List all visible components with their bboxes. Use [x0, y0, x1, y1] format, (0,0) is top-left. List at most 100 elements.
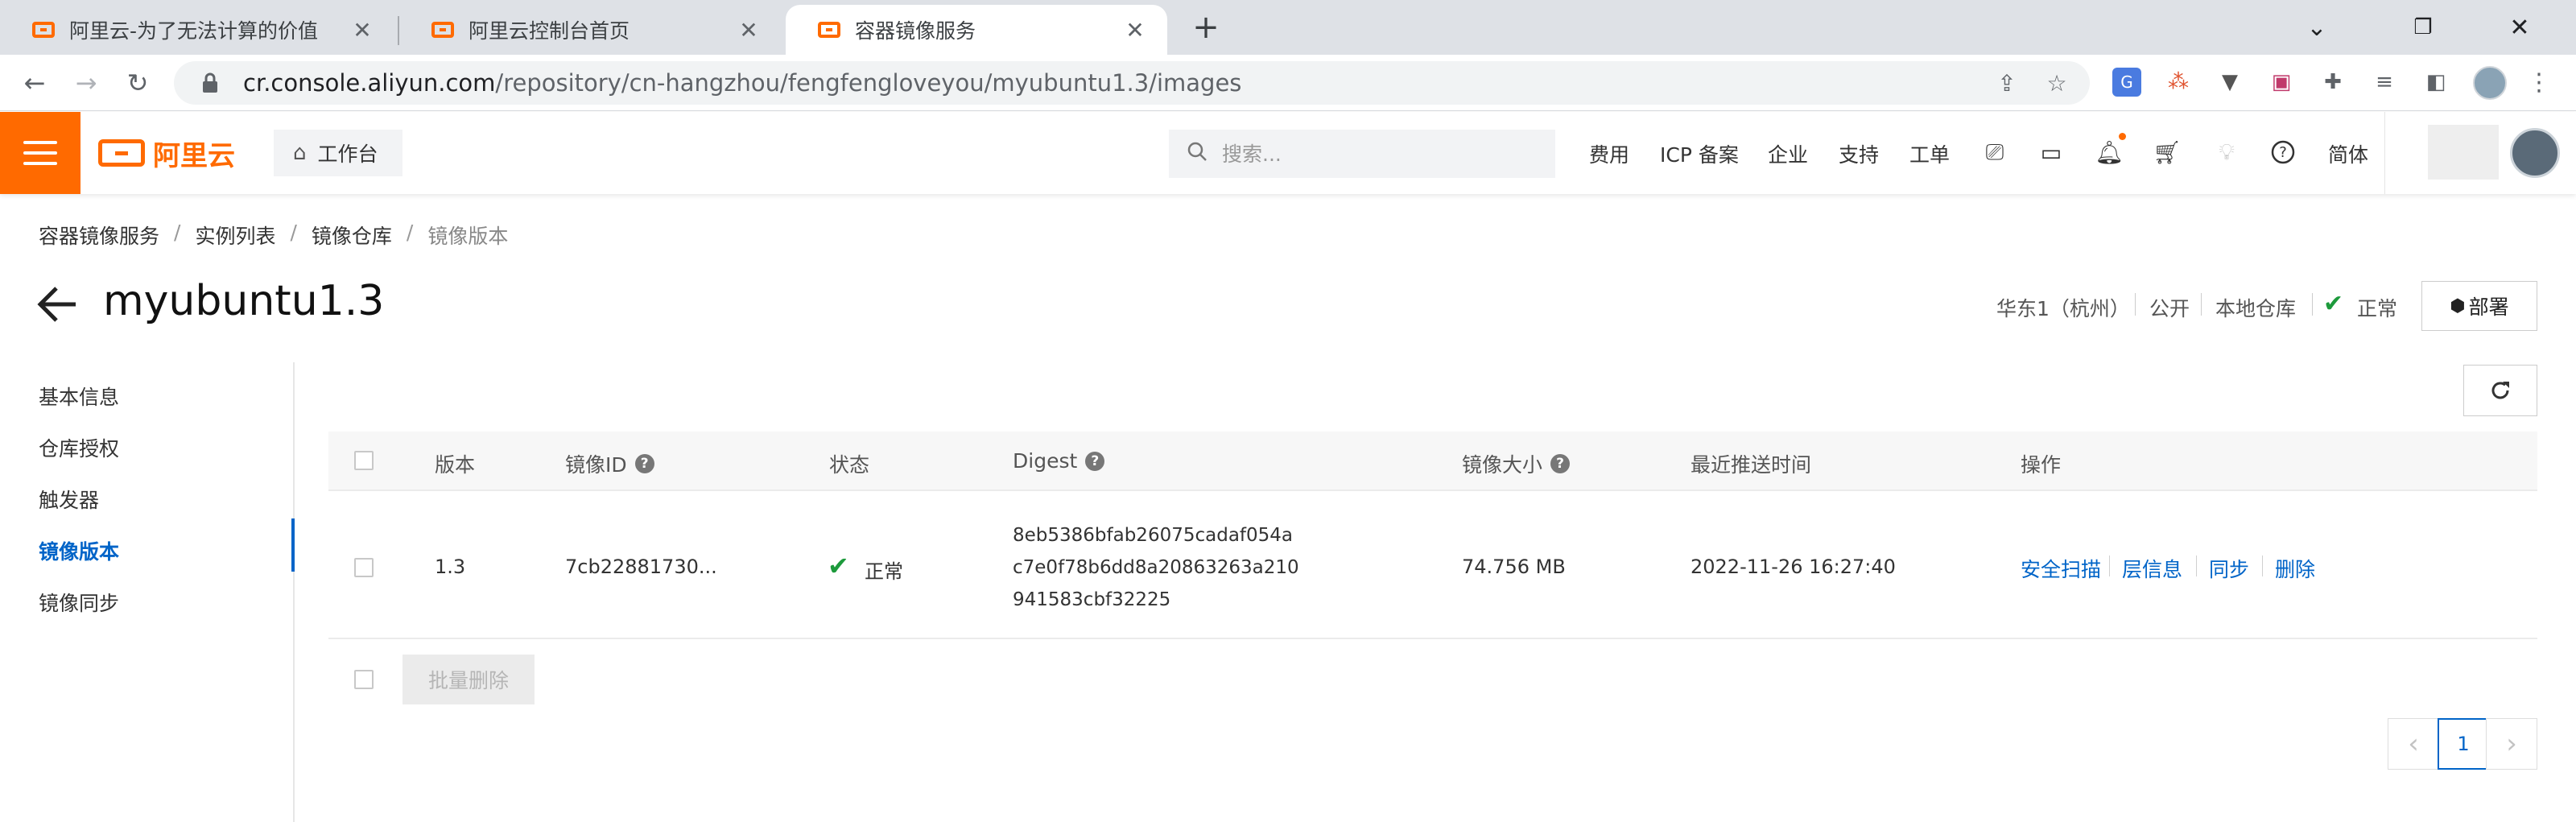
browser-tab-strip: 阿里云-为了无法计算的价值 ✕ 阿里云控制台首页 ✕ 容器镜像服务 ✕ + ⌄ …: [0, 0, 2576, 55]
main-menu-button[interactable]: [0, 112, 80, 194]
close-tab-icon[interactable]: ✕: [736, 17, 762, 43]
header-divider-line: [328, 489, 2537, 491]
console-search[interactable]: [1169, 130, 1555, 178]
close-tab-icon[interactable]: ✕: [1122, 17, 1148, 43]
side-panel-icon[interactable]: ◧: [2421, 68, 2450, 97]
restore-window-icon[interactable]: ❐: [2399, 6, 2447, 48]
vue-extension-icon[interactable]: ▼: [2215, 68, 2244, 97]
aliyun-logo[interactable]: 阿里云: [98, 136, 235, 172]
sidebar-item-image-sync[interactable]: 镜像同步: [39, 588, 119, 617]
select-all-checkbox[interactable]: [354, 451, 374, 470]
translate-extension-icon[interactable]: G: [2112, 68, 2141, 97]
breadcrumb-container-registry[interactable]: 容器镜像服务: [39, 221, 159, 250]
column-header-push-time: 最近推送时间: [1690, 453, 1812, 477]
layer-info-link[interactable]: 层信息: [2122, 554, 2182, 583]
meta-divider: [2312, 293, 2313, 316]
workbench-button[interactable]: ⌂ 工作台: [274, 130, 402, 176]
header-link-icp[interactable]: ICP 备案: [1660, 139, 1739, 168]
search-icon: [1187, 141, 1208, 167]
column-header-actions: 操作: [2021, 453, 2062, 477]
help-icon[interactable]: ?: [1085, 451, 1105, 471]
language-switch[interactable]: 简体: [2328, 139, 2368, 168]
tab-search-icon[interactable]: ⌄: [2293, 6, 2341, 48]
breadcrumb-instance-list[interactable]: 实例列表: [195, 221, 275, 250]
repo-region: 华东1（杭州）: [1996, 297, 2130, 320]
sidebar-item-image-versions[interactable]: 镜像版本: [39, 536, 119, 565]
header-link-billing[interactable]: 费用: [1589, 139, 1629, 168]
row-status: 正常: [865, 560, 903, 583]
bell-icon[interactable]: 🔔︎: [2093, 136, 2125, 168]
aliyun-favicon-icon: [32, 22, 55, 38]
batch-delete-button[interactable]: 批量删除: [402, 655, 535, 704]
browser-menu-icon[interactable]: ⋮: [2524, 68, 2553, 97]
browser-profile-avatar[interactable]: [2473, 66, 2507, 100]
tab-title: 阿里云控制台首页: [469, 19, 630, 43]
lock-icon: [198, 71, 222, 95]
sidebar-item-triggers[interactable]: 触发器: [39, 485, 99, 514]
browser-toolbar: ← → ↻ cr.console.aliyun.com/repository/c…: [0, 55, 2576, 111]
bookmark-star-icon[interactable]: ☆: [2043, 69, 2070, 97]
security-scan-link[interactable]: 安全扫描: [2021, 554, 2101, 583]
sync-link[interactable]: 同步: [2209, 554, 2249, 583]
account-info[interactable]: [2428, 125, 2499, 180]
breadcrumb-repositories[interactable]: 镜像仓库: [312, 221, 392, 250]
sidebar-active-indicator: [291, 518, 295, 572]
sidebar-item-repo-auth[interactable]: 仓库授权: [39, 433, 119, 462]
meta-divider: [2135, 293, 2136, 316]
close-window-icon[interactable]: ✕: [2496, 6, 2544, 48]
header-link-support[interactable]: 支持: [1839, 139, 1879, 168]
avatar[interactable]: [2510, 128, 2560, 178]
row-checkbox[interactable]: [354, 558, 374, 577]
page-number-button[interactable]: 1: [2438, 718, 2489, 770]
app-icon[interactable]: ⎚: [1979, 136, 2011, 168]
logo-text: 阿里云: [153, 139, 235, 172]
refresh-button[interactable]: [2463, 365, 2537, 416]
reading-list-icon[interactable]: ≡: [2370, 68, 2399, 97]
extensions-puzzle-icon[interactable]: ✚: [2318, 68, 2347, 97]
breadcrumb-image-versions: 镜像版本: [427, 225, 509, 248]
header-link-ticket[interactable]: 工单: [1909, 139, 1950, 168]
row-digest-line: 941583cbf32225: [1013, 589, 1171, 610]
row-image-id[interactable]: 7cb22881730...: [565, 556, 717, 578]
tab-title: 阿里云-为了无法计算的价值: [69, 19, 319, 43]
browser-tab-container-registry[interactable]: 容器镜像服务 ✕: [786, 5, 1167, 55]
status-check-icon: ✔: [2323, 290, 2344, 318]
screen-extension-icon[interactable]: ▣: [2267, 68, 2296, 97]
repo-visibility: 公开: [2149, 297, 2190, 320]
help-icon[interactable]: ?: [1550, 454, 1571, 473]
notification-dot: [2119, 133, 2126, 140]
header-link-enterprise[interactable]: 企业: [1768, 139, 1808, 168]
workbench-label: 工作台: [317, 143, 378, 166]
aliyun-logo-icon: [98, 139, 145, 167]
address-bar[interactable]: cr.console.aliyun.com/repository/cn-hang…: [174, 61, 2090, 105]
cart-icon[interactable]: 🛒︎: [2151, 136, 2183, 168]
forward-icon[interactable]: →: [69, 66, 103, 100]
row-divider-line: [328, 638, 2537, 639]
browser-tab-aliyun-home[interactable]: 阿里云-为了无法计算的价值 ✕: [0, 5, 394, 55]
browser-tab-console-home[interactable]: 阿里云控制台首页 ✕: [399, 5, 781, 55]
lightbulb-icon[interactable]: 💡︎: [2211, 136, 2243, 168]
action-divider: [2109, 556, 2110, 576]
search-input[interactable]: [1222, 142, 1528, 166]
back-icon[interactable]: ←: [18, 66, 52, 100]
help-icon[interactable]: ?: [634, 454, 654, 473]
prev-page-button[interactable]: ‹: [2388, 718, 2439, 770]
header-divider: [2384, 112, 2385, 194]
url-path: /repository/cn-hangzhou/fengfengloveyou/…: [495, 69, 1242, 97]
breadcrumb-separator: /: [406, 221, 414, 244]
network-extension-icon[interactable]: ⁂: [2164, 68, 2193, 97]
reload-icon[interactable]: ↻: [121, 66, 155, 100]
svg-text:?: ?: [2279, 144, 2287, 161]
back-arrow-icon[interactable]: [35, 282, 80, 327]
next-page-button[interactable]: ›: [2486, 718, 2537, 770]
sidebar-item-basic-info[interactable]: 基本信息: [39, 382, 119, 411]
share-icon[interactable]: ⇪: [1993, 69, 2021, 97]
deploy-button[interactable]: ⬢ 部署: [2421, 281, 2537, 331]
delete-link[interactable]: 删除: [2275, 554, 2315, 583]
batch-select-checkbox[interactable]: [354, 670, 374, 689]
close-tab-icon[interactable]: ✕: [349, 17, 375, 43]
terminal-icon[interactable]: ▭: [2035, 136, 2067, 168]
new-tab-button[interactable]: +: [1190, 9, 1222, 46]
row-size: 74.756 MB: [1462, 556, 1566, 578]
help-icon[interactable]: ?: [2267, 136, 2299, 168]
